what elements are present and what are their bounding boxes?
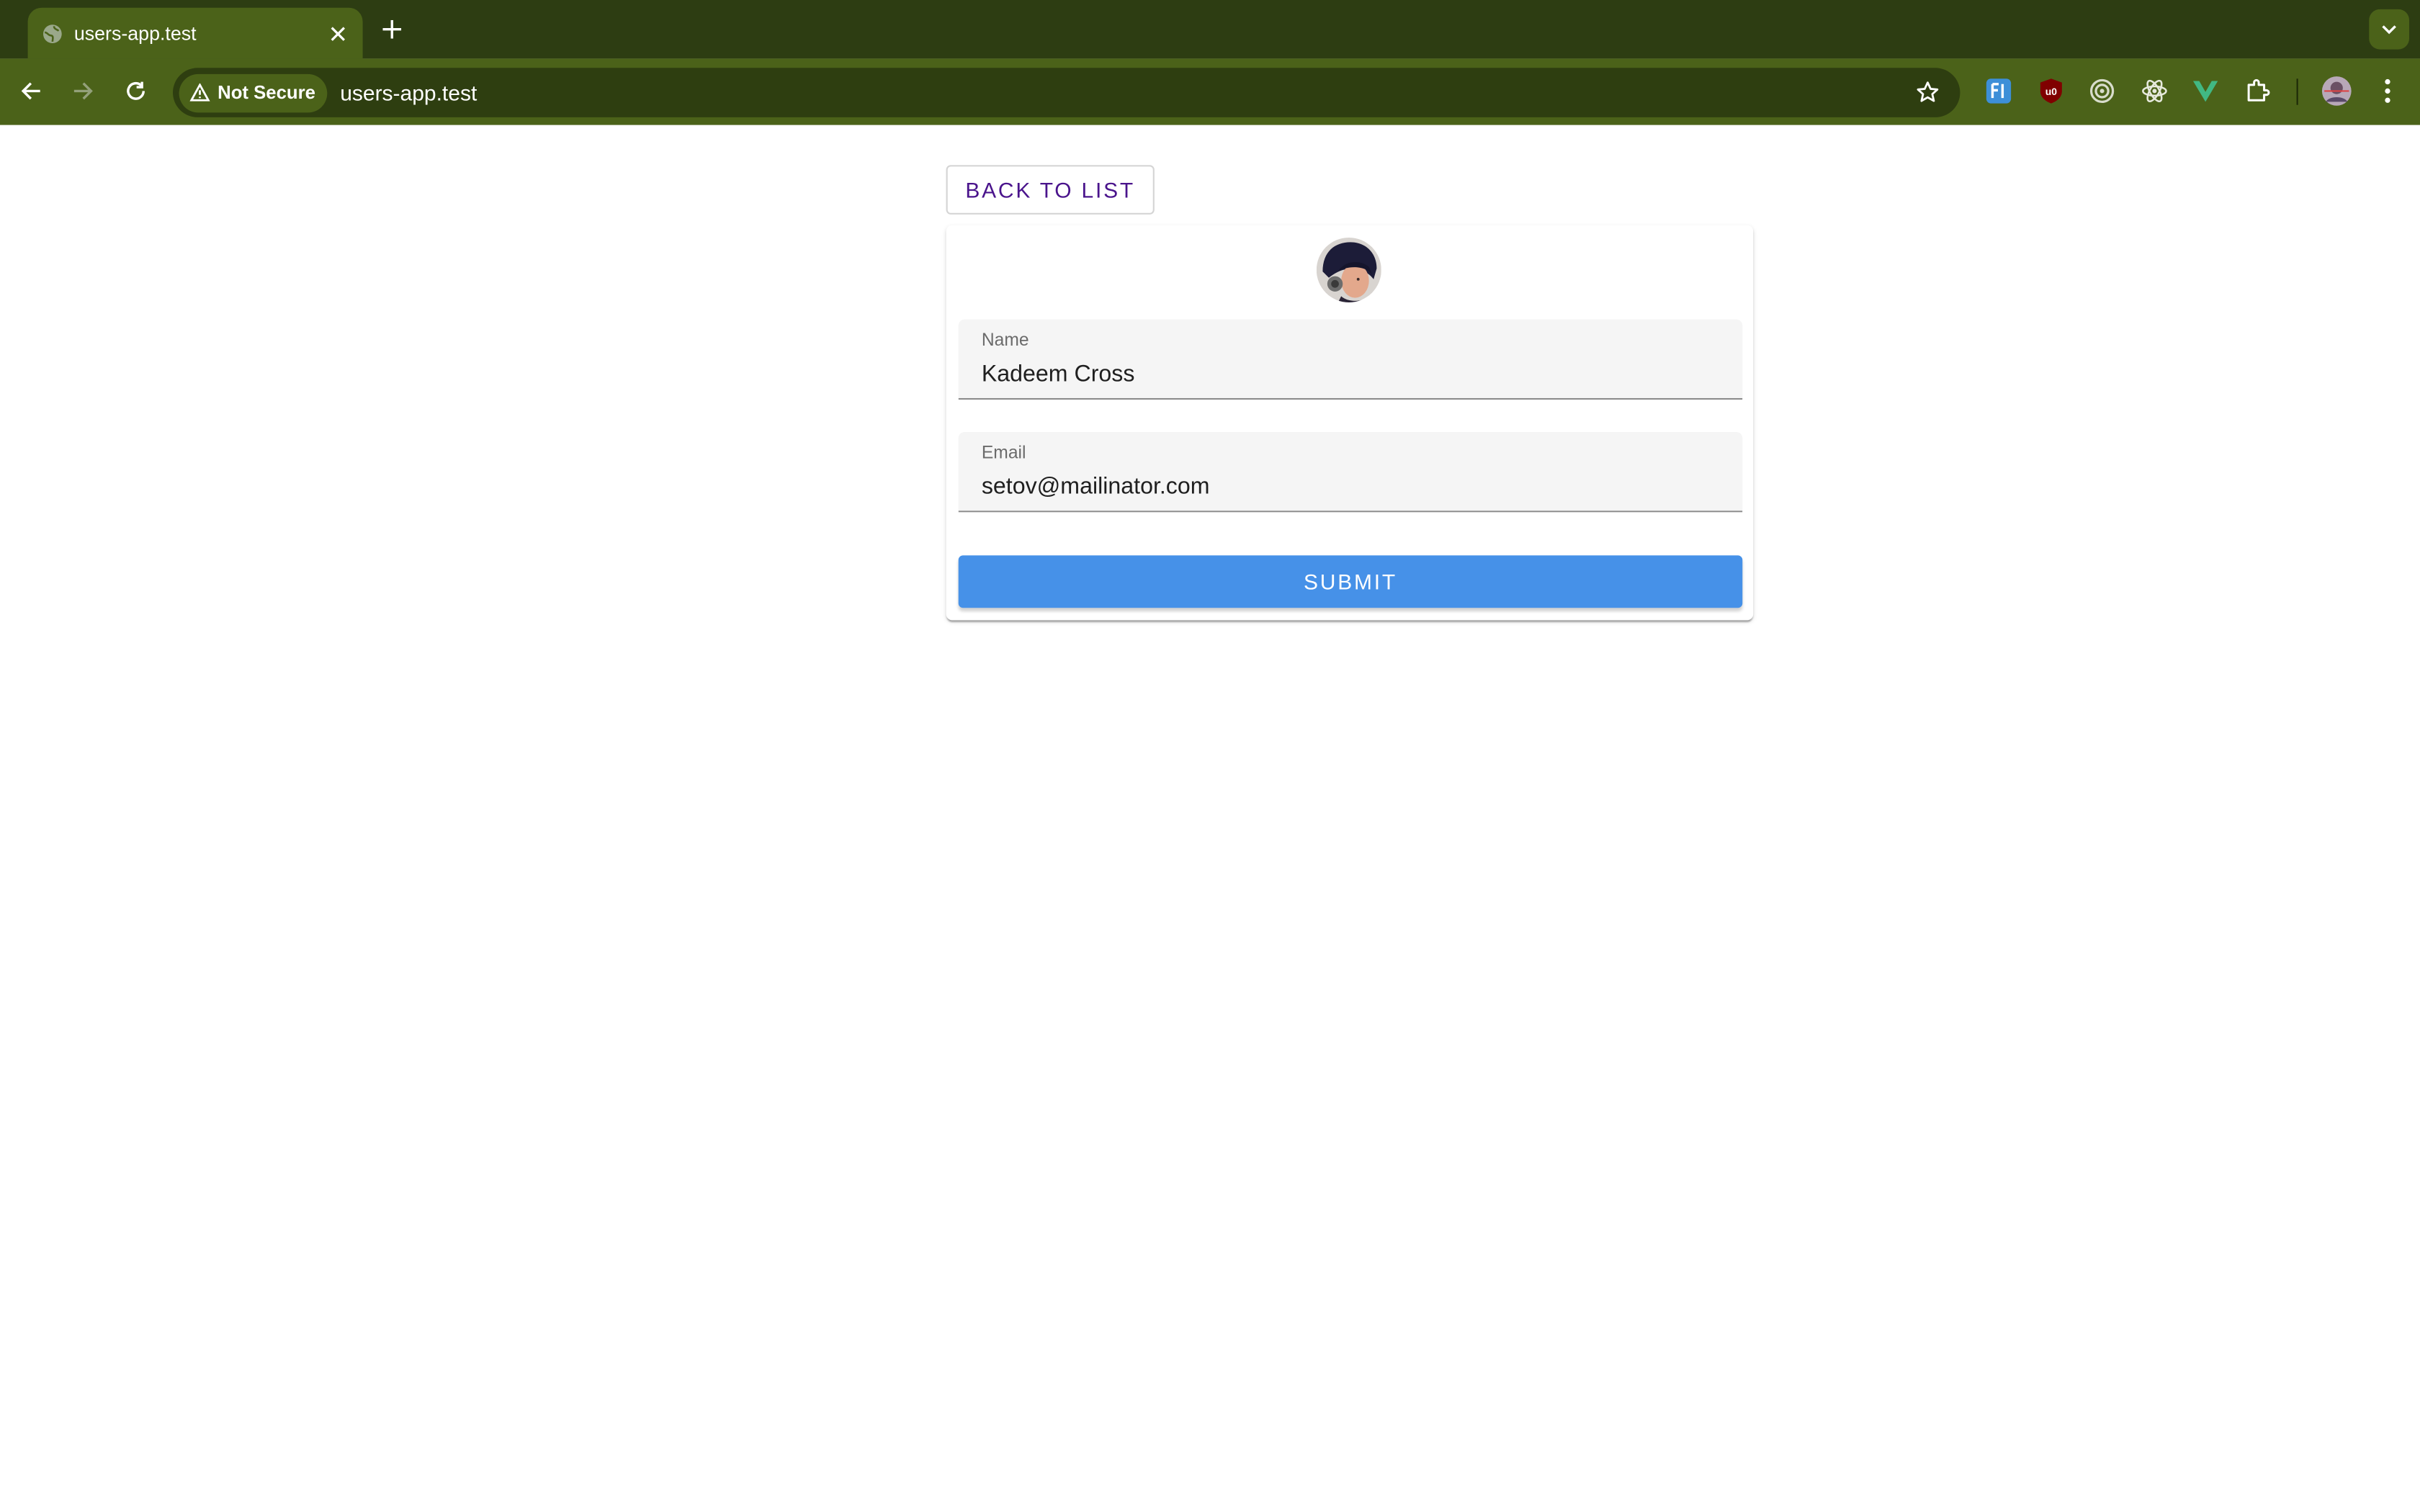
svg-text:u0: u0 [2045,86,2057,97]
fi-extension-icon[interactable] [1984,76,2015,107]
globe-icon [42,22,63,44]
security-label: Not Secure [218,81,315,104]
ublock-icon[interactable]: u0 [2035,76,2066,107]
email-field[interactable]: Email setov@mailinator.com [958,432,1743,513]
warning-icon [189,83,210,102]
tab-title: users-app.test [73,22,197,45]
browser-menu-icon[interactable] [2372,76,2403,107]
vue-devtools-icon[interactable] [2190,76,2221,107]
browser-tab[interactable]: users-app.test [27,7,363,59]
site-security-chip[interactable]: Not Secure [179,73,328,112]
submit-button[interactable]: SUBMIT [958,555,1743,608]
bookmark-star-icon[interactable] [1914,78,1942,107]
toolbar-divider [2296,78,2298,105]
back-arrow-icon[interactable] [14,74,48,108]
target-extension-icon[interactable] [2087,76,2118,107]
react-devtools-icon[interactable] [2139,76,2170,107]
name-label: Name [981,331,1029,351]
close-tab-icon[interactable] [326,21,350,45]
user-edit-card: Name Kadeem Cross Email setov@mailinator… [946,225,1754,621]
browser-toolbar: Not Secure users-app.test u0 [0,58,2420,125]
email-input[interactable]: setov@mailinator.com [982,474,1210,500]
back-to-list-button[interactable]: BACK TO LIST [946,165,1155,215]
email-label: Email [981,444,1026,463]
name-input[interactable]: Kadeem Cross [982,361,1135,387]
extensions-puzzle-icon[interactable] [2243,76,2274,107]
profile-avatar-icon[interactable] [2320,74,2354,108]
name-field[interactable]: Name Kadeem Cross [958,319,1743,400]
address-bar[interactable]: Not Secure users-app.test [173,68,1960,117]
url-text: users-app.test [340,80,478,105]
tab-search-chevron-icon[interactable] [2369,9,2409,50]
reload-icon[interactable] [119,74,153,108]
tab-strip: users-app.test [0,0,2420,59]
user-avatar [1316,238,1381,302]
forward-arrow-icon[interactable] [66,74,100,108]
new-tab-icon[interactable] [378,15,406,43]
